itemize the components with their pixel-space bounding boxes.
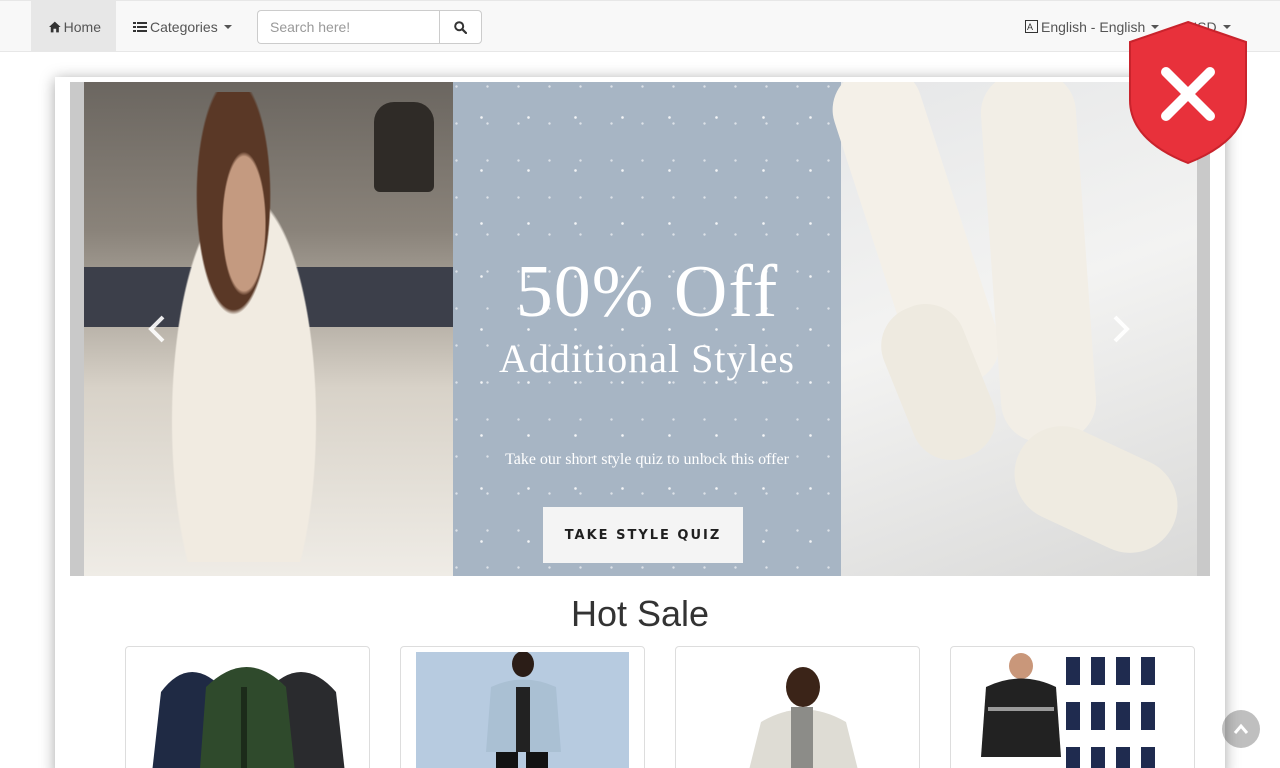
product-card[interactable]	[400, 646, 645, 768]
search-button[interactable]	[439, 10, 482, 44]
style-quiz-button[interactable]: TAKE STYLE QUIZ	[543, 507, 743, 563]
promo-note: Take our short style quiz to unlock this…	[505, 451, 789, 468]
search-form	[257, 10, 482, 44]
home-icon	[49, 21, 61, 32]
nav-categories-dropdown[interactable]: Categories	[118, 1, 247, 52]
main-container: 50% Off Additional Styles Take our short…	[55, 77, 1225, 768]
language-icon: A	[1025, 20, 1038, 33]
caret-down-icon	[223, 25, 232, 29]
product-card[interactable]	[125, 646, 370, 768]
nav-categories-label: Categories	[150, 18, 218, 35]
white-puffer-jacket-icon	[691, 652, 904, 768]
model-photo	[84, 82, 453, 576]
promo-subtitle: Additional Styles	[499, 336, 795, 381]
hot-sale-heading: Hot Sale	[570, 593, 710, 634]
svg-text:A: A	[1027, 22, 1033, 32]
denim-jacket-icon	[416, 652, 629, 768]
scroll-to-top-button[interactable]	[1222, 710, 1260, 748]
product-card[interactable]	[950, 646, 1195, 768]
chevron-left-icon	[148, 315, 165, 343]
product-card[interactable]	[675, 646, 920, 768]
black-windbreaker-jacket-icon	[966, 652, 1179, 768]
hero-carousel: 50% Off Additional Styles Take our short…	[70, 82, 1210, 576]
list-icon	[133, 21, 147, 32]
nav-home-label: Home	[63, 18, 101, 35]
top-navbar: Home Categories A English - English USD	[0, 0, 1280, 52]
search-icon	[454, 20, 467, 34]
nav-home-link[interactable]: Home	[31, 1, 116, 52]
search-input[interactable]	[257, 10, 439, 44]
chevron-up-icon	[1233, 723, 1249, 734]
carousel-next-button[interactable]	[1106, 314, 1136, 344]
chevron-right-icon	[1113, 315, 1130, 343]
promo-panel: 50% Off Additional Styles Take our short…	[453, 82, 841, 576]
shield-close-icon[interactable]	[1126, 20, 1250, 165]
carousel-prev-button[interactable]	[142, 314, 172, 344]
promo-title: 50% Off	[515, 251, 779, 333]
puffer-jackets-icon	[141, 652, 354, 768]
